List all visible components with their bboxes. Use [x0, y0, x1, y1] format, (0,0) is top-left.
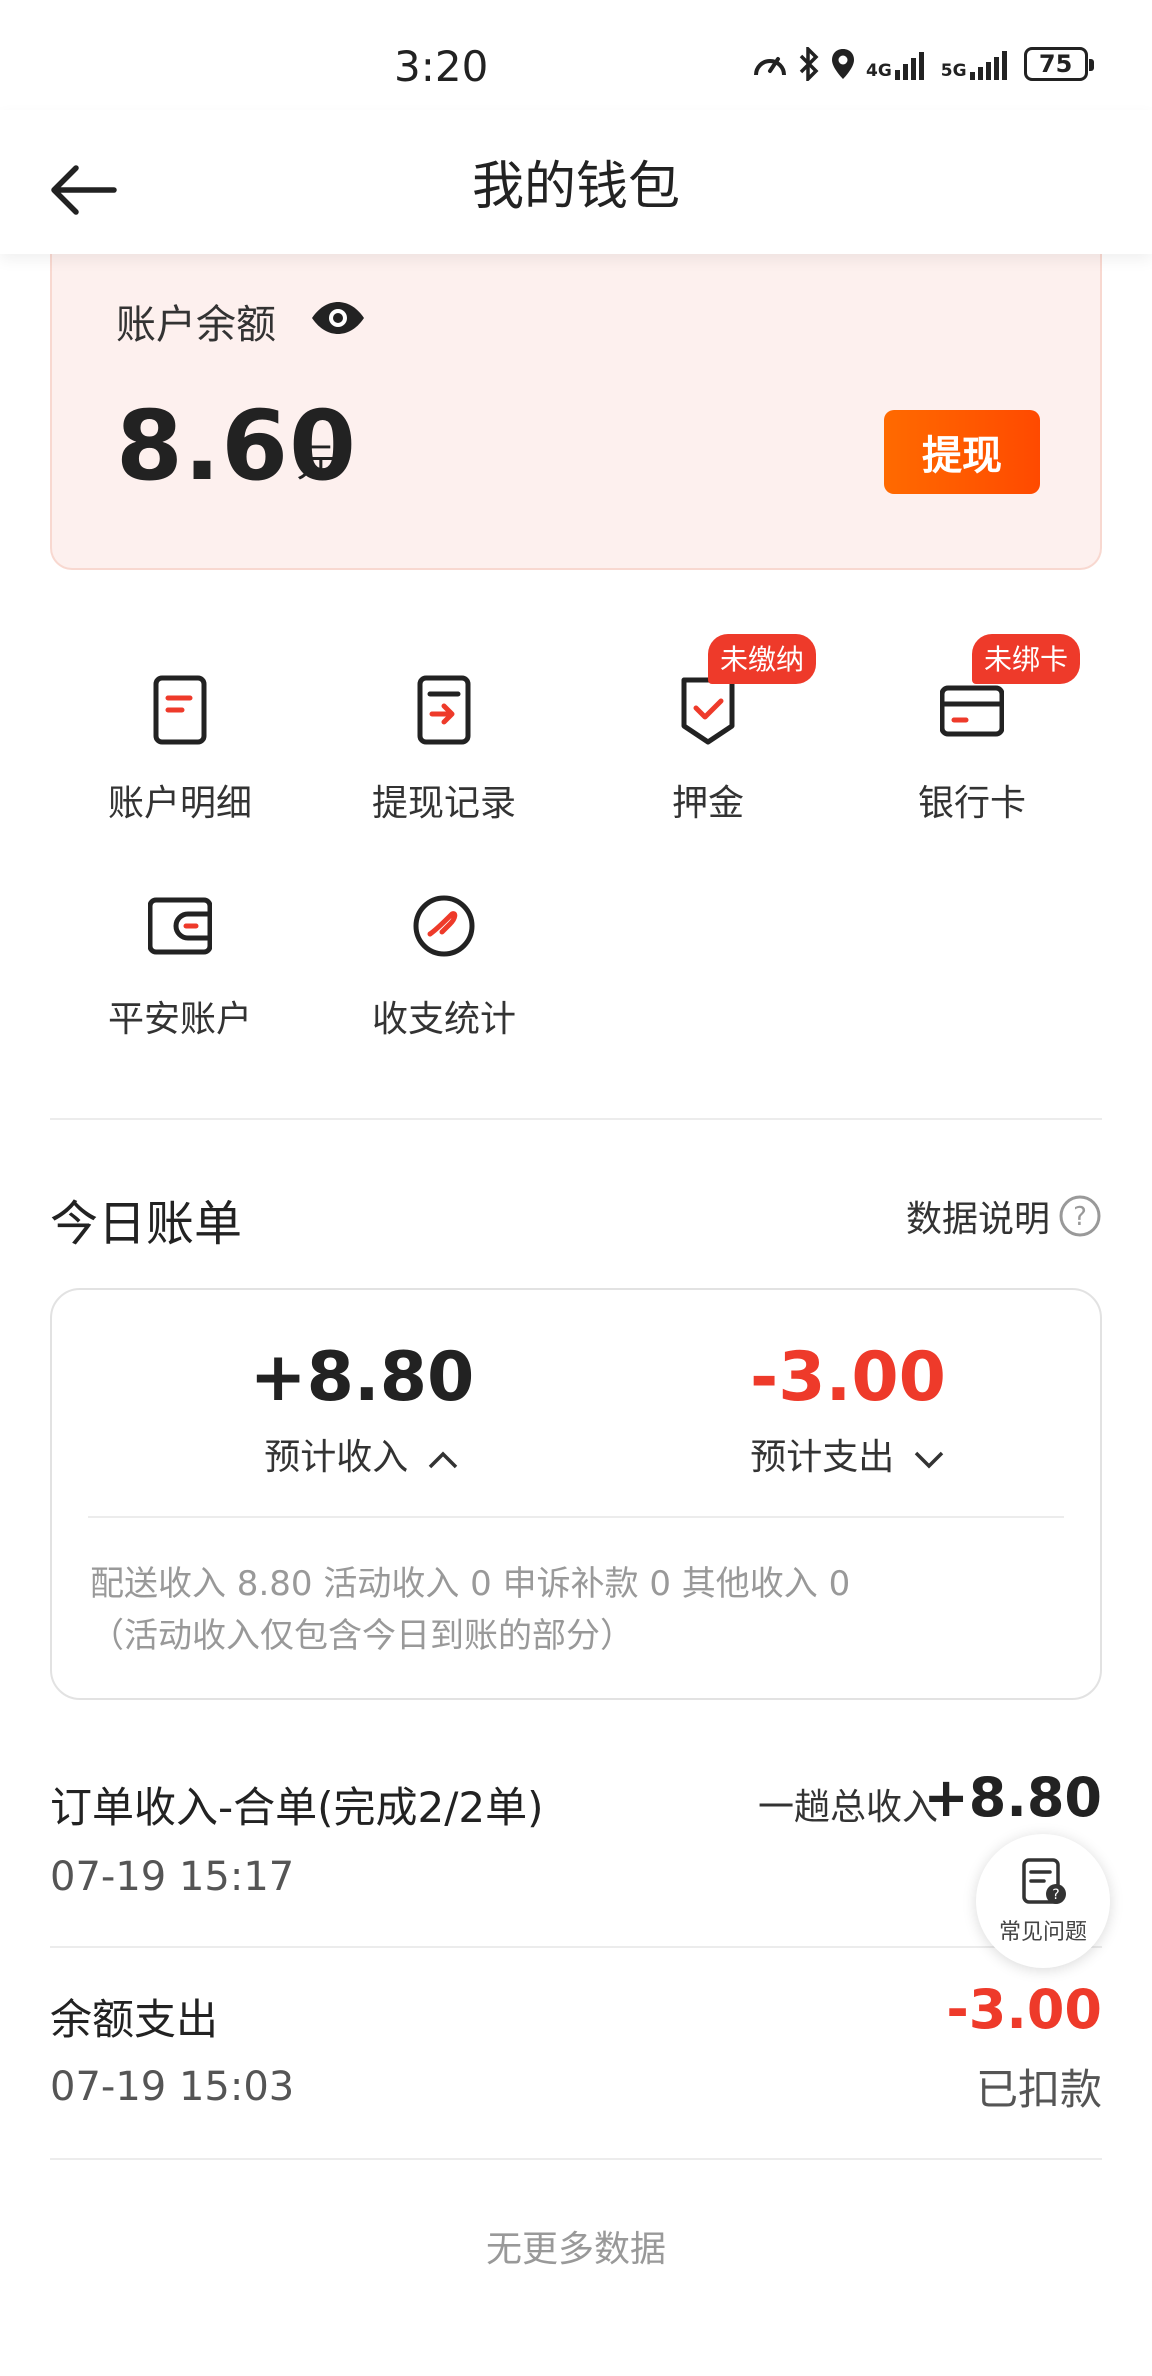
grid-item-label: 账户明细	[107, 783, 252, 824]
location-icon	[832, 49, 854, 79]
tx-time: 07-19 15:17	[50, 1854, 295, 1900]
document-icon	[153, 675, 207, 745]
app-header: 我的钱包	[0, 110, 1152, 254]
faq-label: 常见问题	[998, 1920, 1087, 1945]
bluetooth-icon	[799, 47, 819, 81]
grid-item-label: 收支统计	[371, 999, 516, 1040]
status-time: 3:20	[394, 42, 489, 91]
balance-unit: 元	[296, 440, 336, 486]
signal-bars-icon	[969, 51, 1007, 80]
grid-item-withdraw-record[interactable]: 提现记录	[344, 674, 544, 854]
section-divider	[50, 1118, 1102, 1120]
income-toggle[interactable]: 预计收入	[152, 1428, 572, 1480]
battery-indicator: 75	[1023, 47, 1094, 81]
status-icons: 4G 5G 75	[752, 44, 1094, 84]
stats-circle-icon	[413, 895, 475, 957]
expense-label: 预计支出	[750, 1437, 895, 1478]
grid-item-label: 银行卡	[917, 783, 1026, 824]
income-breakdown-note: （活动收入仅包含今日到账的部分）	[90, 1616, 634, 1656]
net-label-5g: 5G	[940, 61, 967, 81]
grid-item-label: 提现记录	[371, 783, 516, 824]
grid-item-deposit[interactable]: 押金	[608, 674, 808, 854]
income-breakdown: 配送收入 8.80 活动收入 0 申诉补款 0 其他收入 0	[90, 1564, 851, 1604]
tx-title: 订单收入-合单(完成2/2单)	[50, 1783, 544, 1832]
tx-amount: -3.00	[946, 1978, 1102, 2041]
signal-5g: 5G	[941, 48, 1014, 80]
faq-floating-button[interactable]: ? 常见问题	[976, 1834, 1110, 1968]
shield-check-icon	[681, 677, 735, 745]
tag-unpaid: 未缴纳	[708, 634, 817, 684]
grid-item-label: 平安账户	[107, 999, 252, 1040]
tx-status: 已扣款	[975, 2065, 1102, 2114]
tag-unbound: 未绑卡	[972, 634, 1081, 684]
withdraw-button[interactable]: 提现	[884, 410, 1040, 494]
faq-document-icon: ?	[1022, 1858, 1066, 1904]
signal-bars-icon	[894, 52, 924, 80]
summary-divider	[88, 1516, 1064, 1518]
chevron-down-icon	[912, 1439, 946, 1480]
grid-item-bank-card[interactable]: 银行卡	[872, 674, 1072, 854]
signal-4g: 4G	[866, 48, 931, 80]
expense-toggle[interactable]: 预计支出	[638, 1428, 1058, 1480]
tx-divider	[50, 1946, 1102, 1948]
eye-icon[interactable]	[310, 300, 366, 336]
today-summary-card: +8.80 预计收入 -3.00 预计支出 配送收入 8.80 活动收入 0 申…	[50, 1288, 1102, 1700]
balance-label: 账户余额	[116, 302, 276, 348]
svg-text:?: ?	[1073, 1202, 1087, 1232]
income-label: 预计收入	[264, 1437, 409, 1478]
no-more-data: 无更多数据	[485, 2229, 666, 2270]
withdraw-record-icon	[417, 675, 471, 745]
tx-title: 余额支出	[50, 1995, 219, 2044]
grid-item-income-stats[interactable]: 收支统计	[344, 890, 544, 1070]
bank-card-icon	[940, 685, 1004, 737]
page-title: 我的钱包	[471, 157, 680, 217]
chevron-up-icon	[426, 1439, 460, 1480]
grid-item-account-detail[interactable]: 账户明细	[80, 674, 280, 854]
today-bill-title: 今日账单	[50, 1196, 243, 1252]
tx-time: 07-19 15:03	[50, 2064, 295, 2110]
tx-note: 一趟总收入	[758, 1787, 939, 1828]
tx-divider	[50, 2158, 1102, 2160]
tx-amount: +8.80	[923, 1766, 1102, 1829]
expense-value: -3.00	[750, 1338, 946, 1417]
grid-item-label: 押金	[671, 783, 744, 824]
wallet-icon	[148, 897, 212, 955]
grid-item-pingan-account[interactable]: 平安账户	[80, 890, 280, 1070]
question-circle-icon[interactable]: ?	[1058, 1194, 1102, 1238]
svg-text:?: ?	[1052, 1887, 1059, 1903]
net-label-4g: 4G	[866, 61, 892, 81]
speed-gauge-icon	[754, 57, 786, 76]
data-explain-link[interactable]: 数据说明	[906, 1190, 1050, 1242]
balance-card: 账户余额 8.60 元 提现	[50, 250, 1102, 570]
income-value: +8.80	[249, 1338, 475, 1417]
